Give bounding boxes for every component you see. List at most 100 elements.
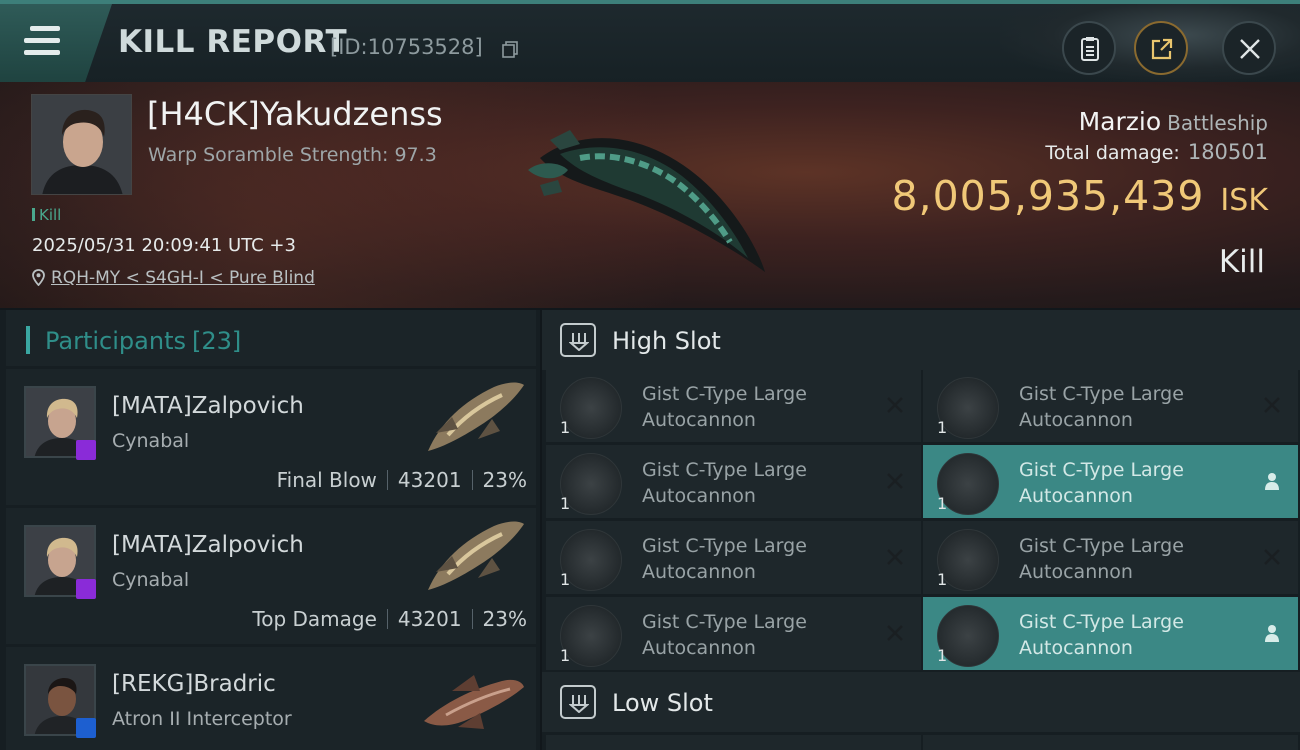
destroyed-icon xyxy=(887,397,903,413)
victim-name[interactable]: [H4CK]Yakudzenss xyxy=(147,95,443,133)
module-slot[interactable]: 1 Gist C-Type Large Autocannon xyxy=(546,521,921,594)
location-pin-icon xyxy=(32,269,45,286)
top-bar: KILL REPORT [ID:10753528] xyxy=(0,0,1300,82)
module-quantity: 1 xyxy=(560,418,571,437)
destroyed-icon xyxy=(887,473,903,489)
victim-scramble-strength: Warp Soramble Strength: 97.3 xyxy=(148,144,437,166)
module-slot[interactable]: 1 Gist C-Type Large Autocannon xyxy=(923,521,1298,594)
total-damage-value: 180501 xyxy=(1187,140,1268,164)
isk-value-row: 8,005,935,439 ISK xyxy=(891,172,1268,220)
victim-portrait[interactable] xyxy=(31,94,132,195)
corp-badge xyxy=(76,440,96,460)
participants-title-text: Participants xyxy=(45,327,186,355)
clipboard-icon xyxy=(1081,37,1099,61)
victim-ship-render[interactable] xyxy=(520,110,780,280)
high-slot-title: High Slot xyxy=(612,327,721,355)
isk-unit: ISK xyxy=(1220,183,1268,218)
participant-row[interactable]: [MATA]Zalpovich Cynabal Final Blow 43201 2… xyxy=(6,369,536,505)
participant-name[interactable]: [MATA]Zalpovich xyxy=(112,532,304,558)
module-name: Gist C-Type Large Autocannon xyxy=(1019,535,1184,583)
destroyed-icon xyxy=(1264,549,1280,565)
victim-ship-row: Marzio Battleship xyxy=(1079,107,1268,136)
participant-ship: Atron II Interceptor xyxy=(112,708,292,730)
share-button[interactable] xyxy=(1134,21,1188,75)
destroyed-icon xyxy=(887,625,903,641)
module-quantity: 1 xyxy=(560,570,571,589)
participant-role: Final Blow xyxy=(276,468,377,492)
participant-row[interactable]: [REKG]Bradric Atron II Interceptor xyxy=(6,647,536,750)
participant-ship-image[interactable] xyxy=(418,512,528,602)
corp-badge xyxy=(76,718,96,738)
module-quantity: 1 xyxy=(560,646,571,665)
corp-badge xyxy=(76,579,96,599)
participants-title: Participants [23] xyxy=(45,327,241,355)
participants-header: Participants [23] xyxy=(6,310,536,366)
participant-ship-image[interactable] xyxy=(418,651,528,741)
module-slot[interactable] xyxy=(923,735,1298,750)
participants-count: [23] xyxy=(191,327,242,355)
participant-stats: Final Blow 43201 23% xyxy=(277,468,527,492)
low-slot-title: Low Slot xyxy=(612,689,713,717)
kill-tag: Kill xyxy=(32,206,61,224)
module-name: Gist C-Type Large Autocannon xyxy=(642,535,807,583)
participant-ship: Cynabal xyxy=(112,430,190,452)
module-name: Gist C-Type Large Autocannon xyxy=(1019,611,1184,659)
total-damage-label: Total damage: xyxy=(1045,142,1180,164)
copy-icon[interactable] xyxy=(502,41,518,58)
module-slot[interactable] xyxy=(546,735,921,750)
victim-ship-name[interactable]: Marzio xyxy=(1079,107,1162,136)
module-quantity: 1 xyxy=(937,418,948,437)
module-slot[interactable]: 1 Gist C-Type Large Autocannon xyxy=(546,597,921,670)
destroyed-icon xyxy=(887,549,903,565)
dropped-person-icon xyxy=(1265,473,1279,490)
participant-stats: Top Damage 43201 23% xyxy=(252,607,527,631)
hamburger-icon xyxy=(24,26,60,56)
fitting-panel: High Slot 1 Gist C-Type Large Autocannon… xyxy=(542,310,1300,750)
kill-timestamp: 2025/05/31 20:09:41 UTC +3 xyxy=(32,235,296,256)
low-slot-header: Low Slot xyxy=(542,672,1300,732)
module-quantity: 1 xyxy=(937,494,948,513)
participant-ship-image[interactable] xyxy=(418,373,528,463)
menu-button[interactable] xyxy=(0,4,112,82)
share-icon xyxy=(1151,38,1173,60)
module-name: Gist C-Type Large Autocannon xyxy=(642,383,807,431)
low-slot-icon xyxy=(560,685,596,719)
kill-type-label: Kill xyxy=(1218,244,1265,280)
high-slot-header: High Slot xyxy=(542,310,1300,370)
report-id: [ID:10753528] xyxy=(330,35,483,59)
participant-ship: Cynabal xyxy=(112,569,190,591)
location-text[interactable]: RQH-MY < S4GH-I < Pure Blind xyxy=(51,268,315,288)
module-slot[interactable]: 1 Gist C-Type Large Autocannon xyxy=(546,445,921,518)
module-slot[interactable]: 1 Gist C-Type Large Autocannon xyxy=(923,369,1298,442)
victim-ship-class: Battleship xyxy=(1167,111,1268,135)
module-quantity: 1 xyxy=(937,646,948,665)
close-button[interactable] xyxy=(1222,21,1276,75)
participant-name[interactable]: [MATA]Zalpovich xyxy=(112,393,304,419)
location-link[interactable]: RQH-MY < S4GH-I < Pure Blind xyxy=(32,268,315,288)
module-name: Gist C-Type Large Autocannon xyxy=(1019,383,1184,431)
module-name: Gist C-Type Large Autocannon xyxy=(642,611,807,659)
total-damage-row: Total damage: 180501 xyxy=(1045,140,1268,164)
module-name: Gist C-Type Large Autocannon xyxy=(642,459,807,507)
page-title: KILL REPORT xyxy=(118,24,348,60)
participant-name[interactable]: [REKG]Bradric xyxy=(112,671,276,697)
module-quantity: 1 xyxy=(560,494,571,513)
isk-value: 8,005,935,439 xyxy=(891,172,1205,220)
module-quantity: 1 xyxy=(937,570,948,589)
participant-percent: 23% xyxy=(482,468,527,492)
participant-row[interactable]: [MATA]Zalpovich Cynabal Top Damage 43201 2… xyxy=(6,508,536,644)
participant-percent: 23% xyxy=(482,607,527,631)
victim-header: [H4CK]Yakudzenss Warp Soramble Strength:… xyxy=(0,82,1300,308)
participant-damage: 43201 xyxy=(397,607,462,631)
dropped-person-icon xyxy=(1265,625,1279,642)
participant-damage: 43201 xyxy=(397,468,462,492)
destroyed-icon xyxy=(1264,397,1280,413)
close-icon xyxy=(1240,39,1260,59)
module-slot[interactable]: 1 Gist C-Type Large Autocannon xyxy=(923,445,1298,518)
module-slot[interactable]: 1 Gist C-Type Large Autocannon xyxy=(546,369,921,442)
participant-role: Top Damage xyxy=(252,607,377,631)
clipboard-button[interactable] xyxy=(1062,21,1116,75)
module-slot[interactable]: 1 Gist C-Type Large Autocannon xyxy=(923,597,1298,670)
high-slot-icon xyxy=(560,323,596,357)
module-name: Gist C-Type Large Autocannon xyxy=(1019,459,1184,507)
